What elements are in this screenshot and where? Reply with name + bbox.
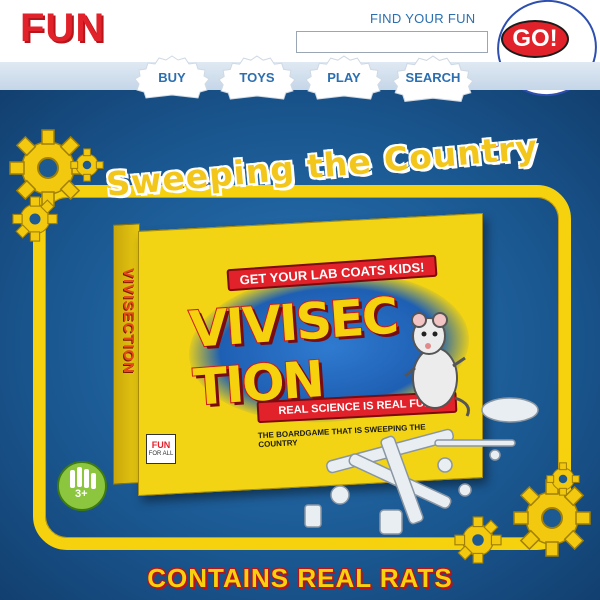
banner-bottom-text: CONTAINS REAL RATS [147, 563, 453, 593]
nav-item-label: TOYS [239, 69, 275, 85]
nav-item-buy[interactable]: BUY [134, 55, 210, 99]
brand-logo-line1: FUN [151, 440, 171, 450]
search-label: FIND YOUR FUN [370, 11, 476, 26]
nav-item-label: BUY [158, 69, 186, 85]
nav-item-toys[interactable]: TOYS [218, 55, 296, 100]
hand-icon [57, 461, 107, 511]
brand-logo-line2: FOR ALL [148, 451, 174, 457]
age-badge: 3+ [56, 460, 108, 512]
product-box-side-title: VIVISECTION [120, 268, 137, 375]
nav-item-search[interactable]: SEARCH [392, 55, 474, 102]
search-input[interactable] [296, 31, 488, 53]
lab-parts-illustration [304, 397, 539, 535]
gear-icon [546, 462, 580, 496]
nav-bar [0, 62, 600, 90]
site-logo[interactable]: FUN [20, 6, 105, 51]
brand-logo: FUN FOR ALL [146, 434, 176, 464]
gear-icon [12, 196, 58, 242]
nav-item-label: PLAY [327, 69, 361, 85]
go-button[interactable]: GO! [501, 20, 569, 58]
nav-item-play[interactable]: PLAY [305, 55, 383, 100]
age-badge-text: 3+ [75, 488, 88, 500]
nav-item-label: SEARCH [405, 69, 461, 85]
